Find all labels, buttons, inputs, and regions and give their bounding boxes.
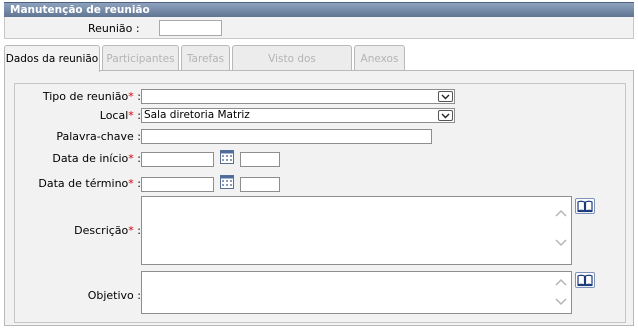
required-marker: * <box>128 224 134 237</box>
chevron-down-icon <box>438 91 453 102</box>
tab-label: Anexos <box>360 53 399 65</box>
chevron-down-icon <box>438 110 453 121</box>
calendar-icon[interactable] <box>220 175 234 189</box>
tipo-select[interactable] <box>141 89 455 104</box>
tipo-label: Tipo de reunião* : <box>42 90 141 103</box>
tab-participantes[interactable]: Participantes <box>102 45 179 71</box>
calendar-icon[interactable] <box>220 150 234 164</box>
local-label: Local* : <box>99 109 141 122</box>
tab-content: Tipo de reunião* : Local* : Sala diretor… <box>4 70 634 326</box>
tab-visto-dos-participantes[interactable]: Visto dos participantes <box>232 45 352 91</box>
descricao-textarea[interactable] <box>141 196 572 265</box>
local-select[interactable]: Sala diretoria Matriz <box>141 108 455 123</box>
tab-label: Dados da reunião <box>5 53 99 65</box>
tab-tarefas[interactable]: Tarefas <box>181 45 230 71</box>
reuniao-input[interactable] <box>159 20 222 36</box>
page-title: Manutenção de reunião <box>10 4 150 16</box>
book-icon[interactable] <box>575 198 595 214</box>
tab-label: Tarefas <box>186 53 225 65</box>
data-termino-input[interactable] <box>141 177 214 192</box>
data-inicio-input[interactable] <box>141 152 214 167</box>
required-marker: * <box>128 109 134 122</box>
hora-inicio-input[interactable] <box>240 152 280 167</box>
data-inicio-label: Data de início* : <box>52 152 141 165</box>
hora-termino-input[interactable] <box>240 177 280 192</box>
scroll-up-icon[interactable] <box>555 209 567 219</box>
meeting-id-panel: Reunião : <box>4 17 634 39</box>
scroll-down-icon[interactable] <box>555 239 567 249</box>
tab-label: Participantes <box>106 53 175 65</box>
scroll-up-icon[interactable] <box>555 278 567 288</box>
descricao-label: Descrição* : <box>74 224 141 237</box>
reuniao-label: Reunião : <box>88 22 140 35</box>
book-icon[interactable] <box>575 272 595 288</box>
tab-dados-da-reuniao[interactable]: Dados da reunião <box>4 45 100 72</box>
objetivo-label: Objetivo : <box>87 289 141 302</box>
page-header: Manutenção de reunião <box>4 2 634 17</box>
data-termino-label: Data de término* : <box>38 177 141 190</box>
required-marker: * <box>128 152 134 165</box>
palavra-chave-label: Palavra-chave : <box>56 130 141 143</box>
required-marker: * <box>128 90 134 103</box>
palavra-chave-input[interactable] <box>141 129 432 144</box>
scroll-down-icon[interactable] <box>555 298 567 308</box>
objetivo-textarea[interactable] <box>141 271 572 314</box>
required-marker: * <box>128 177 134 190</box>
tab-anexos[interactable]: Anexos <box>354 45 405 71</box>
form-panel: Tipo de reunião* : Local* : Sala diretor… <box>14 83 626 323</box>
